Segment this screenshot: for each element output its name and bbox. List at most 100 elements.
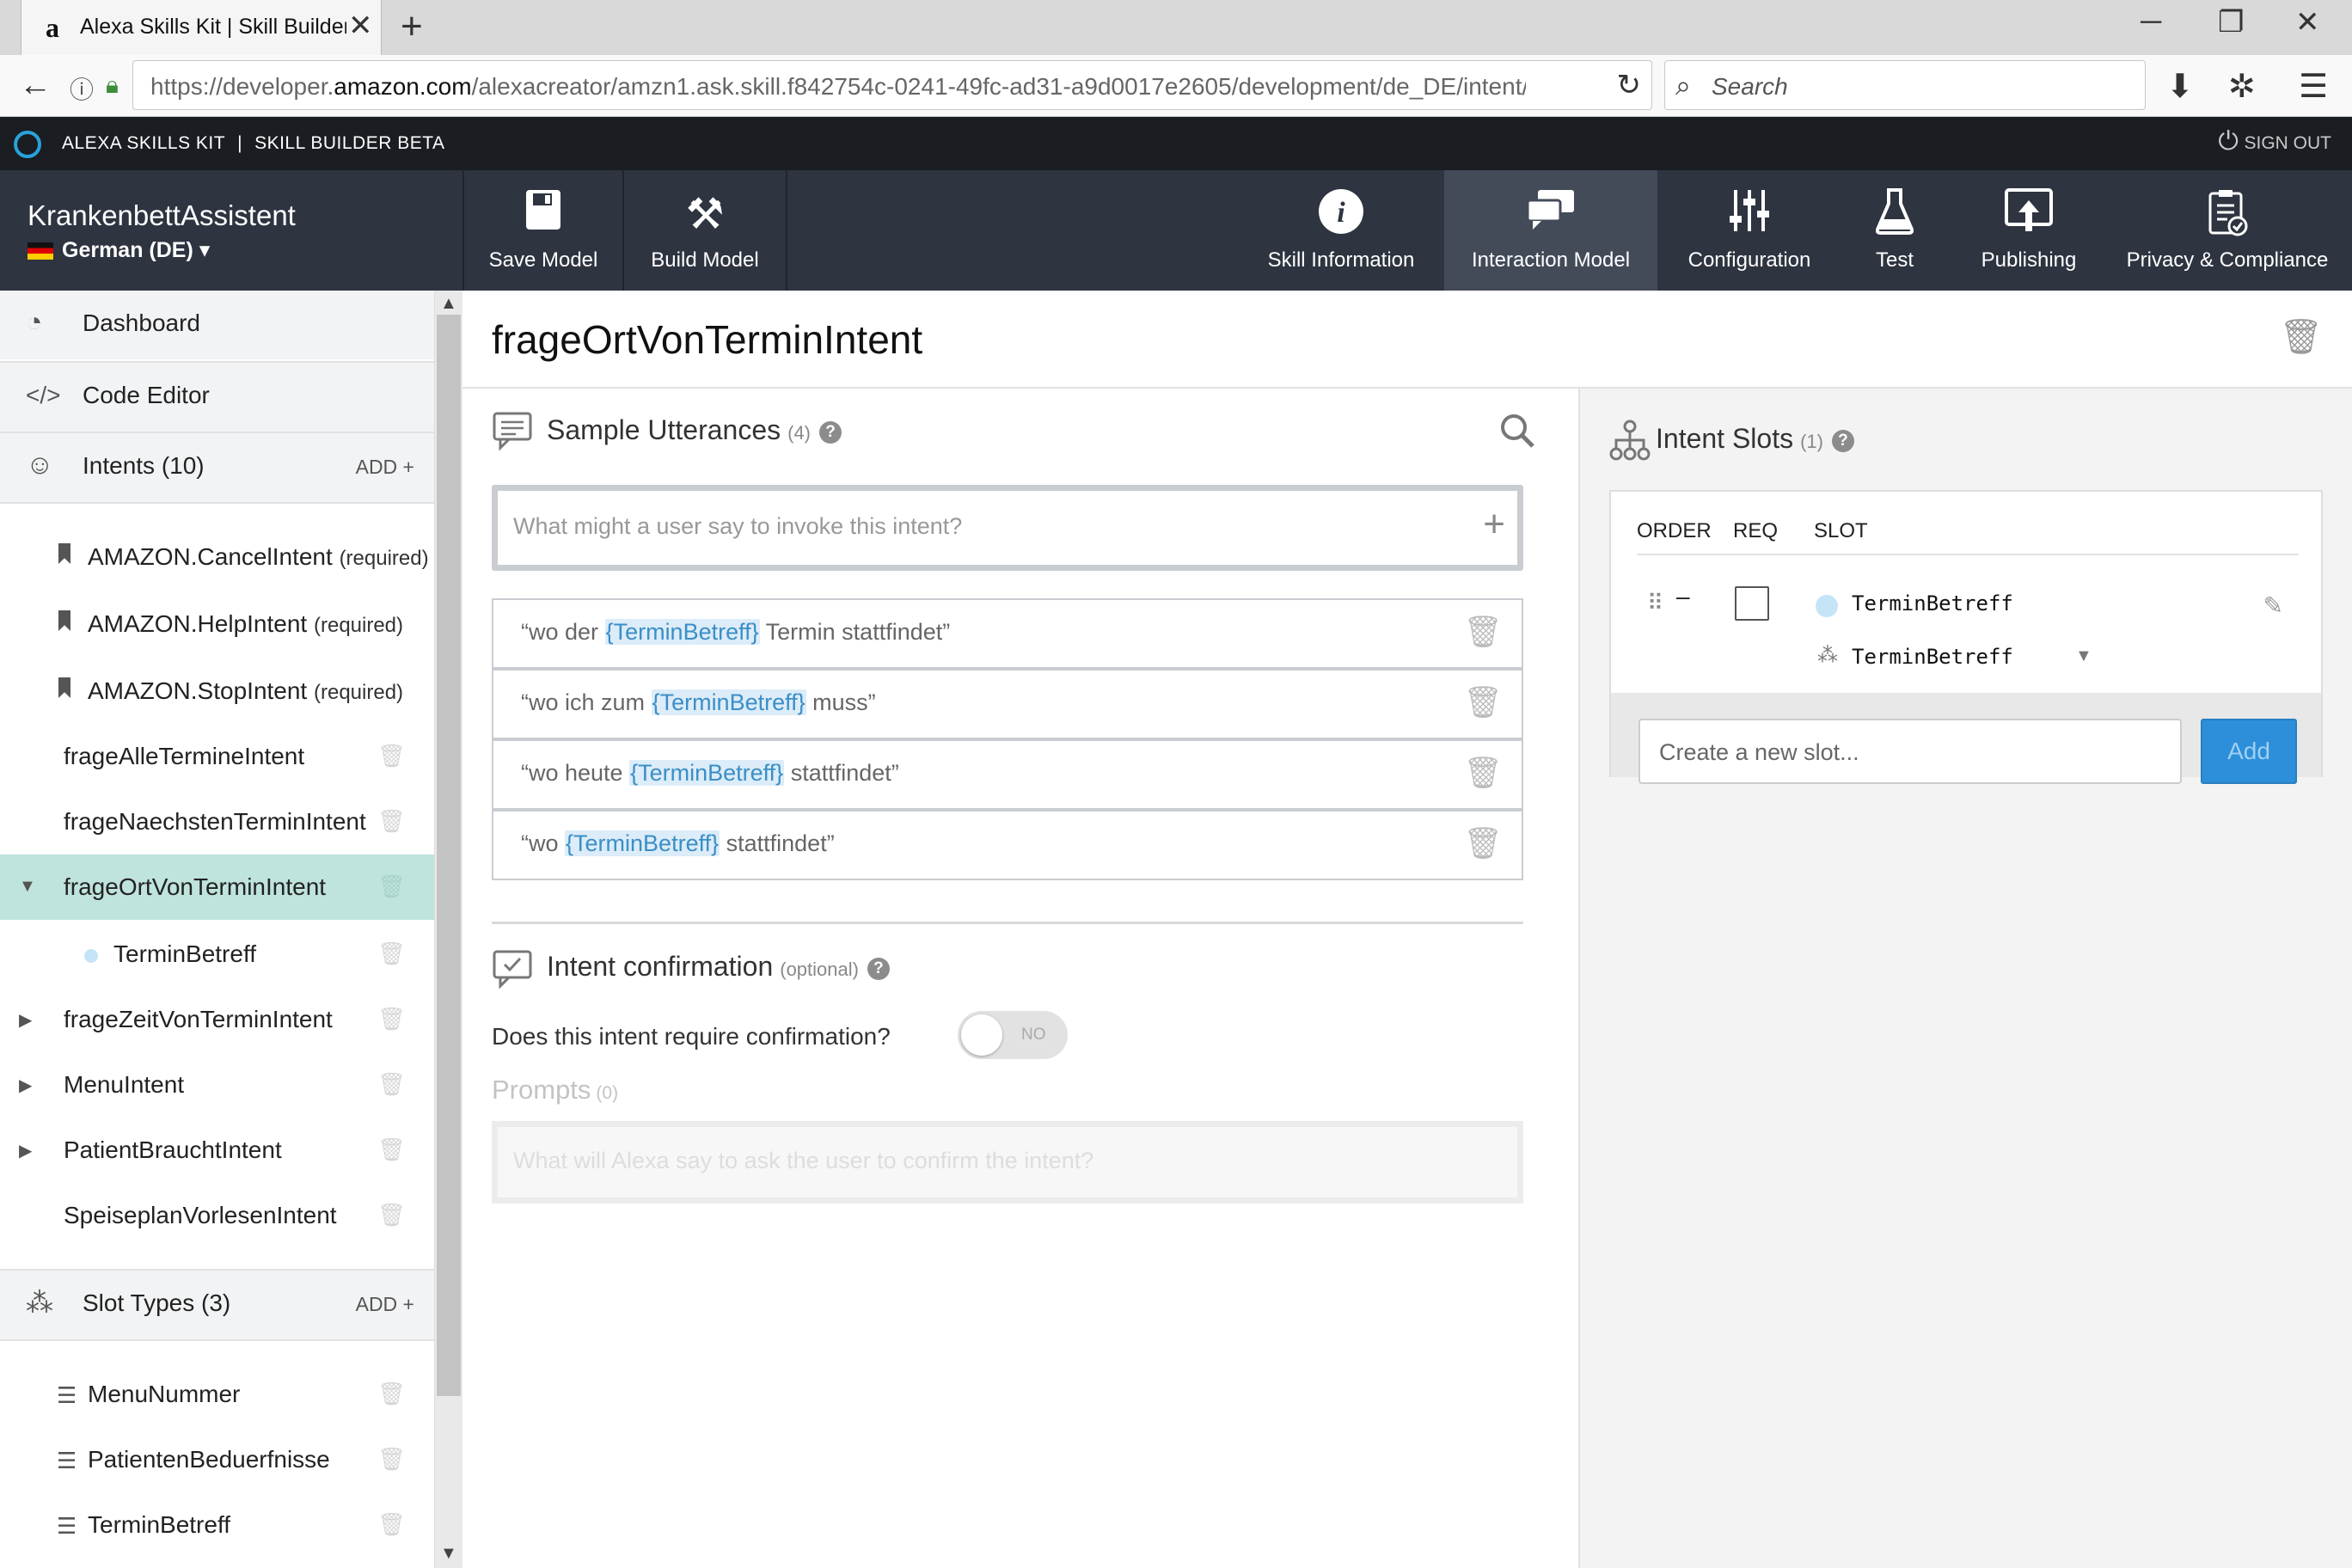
utterance-row[interactable]: “wo der {TerminBetreff} Termin stattfind…	[492, 598, 1523, 669]
scroll-down-icon[interactable]: ▼	[440, 1544, 457, 1564]
privacy-compliance-label: Privacy & Compliance	[2126, 248, 2329, 272]
help-icon[interactable]: ?	[867, 957, 890, 980]
trash-icon[interactable]: 🗑︎	[1463, 825, 1503, 861]
intent-item[interactable]: AMAZON.HelpIntent (required)	[0, 591, 434, 657]
intent-item[interactable]: frageAlleTermineIntent 🗑︎	[0, 724, 434, 789]
trash-icon[interactable]: 🗑︎	[377, 743, 406, 769]
add-utterance-icon[interactable]: +	[1483, 503, 1505, 546]
slot-type-item[interactable]: ☰ TerminBetreff 🗑︎	[0, 1492, 434, 1558]
help-icon[interactable]: ?	[1831, 429, 1854, 452]
utterance-row[interactable]: “wo ich zum {TerminBetreff} muss” 🗑︎	[492, 669, 1523, 739]
info-icon[interactable]: ⓘ	[70, 71, 94, 106]
add-slot-type-button[interactable]: ADD +	[356, 1293, 414, 1316]
power-icon[interactable]: ⏻	[2218, 127, 2239, 156]
slot-type-item[interactable]: ☰ MenuNummer 🗑︎	[0, 1362, 434, 1427]
slot-reference[interactable]: {TerminBetreff}	[651, 689, 806, 715]
new-slot-input[interactable]: Create a new slot...	[1638, 719, 2182, 784]
trash-icon[interactable]: 🗑︎	[377, 873, 406, 900]
slot-type-select[interactable]: TerminBetreff	[1852, 645, 2013, 669]
utterance-input[interactable]: What might a user say to invoke this int…	[492, 485, 1523, 571]
utterance-row[interactable]: “wo heute {TerminBetreff} stattfindet” 🗑…	[492, 739, 1523, 810]
edit-slot-icon[interactable]: ✎	[2263, 591, 2283, 620]
trash-icon[interactable]: 🗑︎	[377, 940, 406, 967]
save-model-button[interactable]: Save Model	[464, 170, 622, 291]
save-model-label: Save Model	[488, 248, 598, 272]
restore-window-icon[interactable]: ❐	[2218, 5, 2244, 40]
trash-icon[interactable]: 🗑︎	[377, 1381, 406, 1407]
add-intent-button[interactable]: ADD +	[356, 456, 414, 479]
trash-icon[interactable]: 🗑︎	[377, 1202, 406, 1228]
caret-right-icon[interactable]: ▶	[19, 1140, 32, 1161]
caret-right-icon[interactable]: ▶	[19, 1075, 32, 1096]
menu-icon[interactable]: ☰	[2299, 67, 2328, 106]
close-tab-icon[interactable]: ✕	[348, 9, 373, 43]
delete-intent-icon[interactable]: 🗑︎	[2279, 316, 2323, 357]
trash-icon[interactable]: 🗑︎	[1463, 755, 1503, 791]
trash-icon[interactable]: 🗑︎	[377, 1071, 406, 1098]
test-button[interactable]: Test	[1852, 170, 1938, 291]
slot-type-item[interactable]: ☰ PatientenBeduerfnisse 🗑︎	[0, 1427, 434, 1492]
trash-icon[interactable]: 🗑︎	[1463, 614, 1503, 650]
caret-down-icon[interactable]: ▼	[19, 877, 36, 897]
sidebar-scrollbar-thumb[interactable]	[437, 315, 461, 1396]
language-selector[interactable]: German (DE) ▾	[62, 237, 210, 263]
required-checkbox[interactable]	[1735, 586, 1769, 621]
extension-icon[interactable]: ✲	[2228, 67, 2256, 106]
page-title: frageOrtVonTerminIntent	[492, 317, 923, 362]
skill-information-button[interactable]: i Skill Information	[1255, 170, 1427, 291]
slot-tree-icon	[1609, 420, 1651, 469]
sign-out-link[interactable]: SIGN OUT	[2244, 133, 2331, 154]
browser-tab[interactable]: a Alexa Skills Kit | Skill Builder ✕	[21, 0, 382, 55]
reload-icon[interactable]: ↻	[1617, 68, 1642, 102]
sidebar-item-dashboard[interactable]: ◔ Dashboard	[0, 291, 434, 359]
chevron-down-icon[interactable]: ▼	[2075, 646, 2092, 666]
back-arrow-icon[interactable]: ←	[19, 67, 52, 104]
intent-item[interactable]: ▶ PatientBrauchtIntent 🗑︎	[0, 1118, 434, 1183]
interaction-model-button[interactable]: Interaction Model	[1444, 170, 1657, 291]
intent-slot-item[interactable]: TerminBetreff 🗑︎	[0, 922, 434, 987]
add-slot-button[interactable]: Add	[2201, 719, 2297, 784]
privacy-compliance-button[interactable]: Privacy & Compliance	[2123, 170, 2331, 291]
utterance-placeholder: What might a user say to invoke this int…	[513, 513, 963, 539]
build-model-button[interactable]: ⚒ Build Model	[624, 170, 786, 291]
slot-reference[interactable]: {TerminBetreff}	[629, 760, 785, 786]
intent-item[interactable]: SpeiseplanVorlesenIntent 🗑︎	[0, 1183, 434, 1248]
close-window-icon[interactable]: ✕	[2295, 5, 2320, 40]
intent-item[interactable]: AMAZON.StopIntent (required)	[0, 658, 434, 724]
minimize-window-icon[interactable]: ─	[2141, 5, 2161, 39]
trash-icon[interactable]: 🗑︎	[377, 1006, 406, 1032]
sidebar-slot-types-header[interactable]: ⁂ Slot Types (3) ADD +	[0, 1271, 434, 1339]
intent-item[interactable]: ▶ MenuIntent 🗑︎	[0, 1052, 434, 1118]
browser-search-input[interactable]: ⌕ Search	[1664, 60, 2146, 110]
download-icon[interactable]: ⬇	[2166, 67, 2194, 106]
drag-handle-icon[interactable]: ⠿	[1647, 590, 1663, 616]
trash-icon[interactable]: 🗑︎	[377, 1136, 406, 1163]
address-bar[interactable]: ⓘ 🔒︎ https://developer.amazon.com/alexac…	[70, 60, 1652, 110]
publishing-button[interactable]: Publishing	[1969, 170, 2089, 291]
trash-icon[interactable]: 🗑︎	[1463, 684, 1503, 720]
trash-icon[interactable]: 🗑︎	[377, 808, 406, 835]
sidebar-item-code-editor[interactable]: </> Code Editor	[0, 363, 434, 432]
intent-item[interactable]: ▶ frageZeitVonTerminIntent 🗑︎	[0, 987, 434, 1052]
new-tab-icon[interactable]: +	[401, 5, 423, 48]
speech-bubble-icon	[492, 409, 533, 459]
sidebar-intents-header[interactable]: ☺ Intents (10) ADD +	[0, 433, 434, 502]
intent-item-selected[interactable]: ▼ frageOrtVonTerminIntent 🗑︎	[0, 854, 434, 920]
slot-name[interactable]: TerminBetreff	[1852, 591, 2013, 616]
scroll-up-icon[interactable]: ▲	[440, 294, 457, 314]
caret-right-icon[interactable]: ▶	[19, 1009, 32, 1031]
search-utterances-icon[interactable]	[1499, 413, 1535, 457]
help-icon[interactable]: ?	[819, 420, 842, 444]
utterance-row[interactable]: “wo {TerminBetreff} stattfindet” 🗑︎	[492, 810, 1523, 880]
trash-icon[interactable]: 🗑︎	[377, 1511, 406, 1538]
publish-icon	[2005, 188, 2053, 243]
sidebar-item-label: Code Editor	[83, 382, 210, 408]
flask-icon	[1875, 188, 1914, 243]
trash-icon[interactable]: 🗑︎	[377, 1446, 406, 1473]
intent-item[interactable]: AMAZON.CancelIntent (required)	[0, 524, 434, 590]
confirmation-toggle[interactable]: NO	[958, 1011, 1068, 1059]
slot-reference[interactable]: {TerminBetreff}	[604, 619, 760, 645]
slot-reference[interactable]: {TerminBetreff}	[565, 830, 720, 856]
intent-item[interactable]: frageNaechstenTerminIntent 🗑︎	[0, 789, 434, 854]
configuration-button[interactable]: Configuration	[1668, 170, 1831, 291]
